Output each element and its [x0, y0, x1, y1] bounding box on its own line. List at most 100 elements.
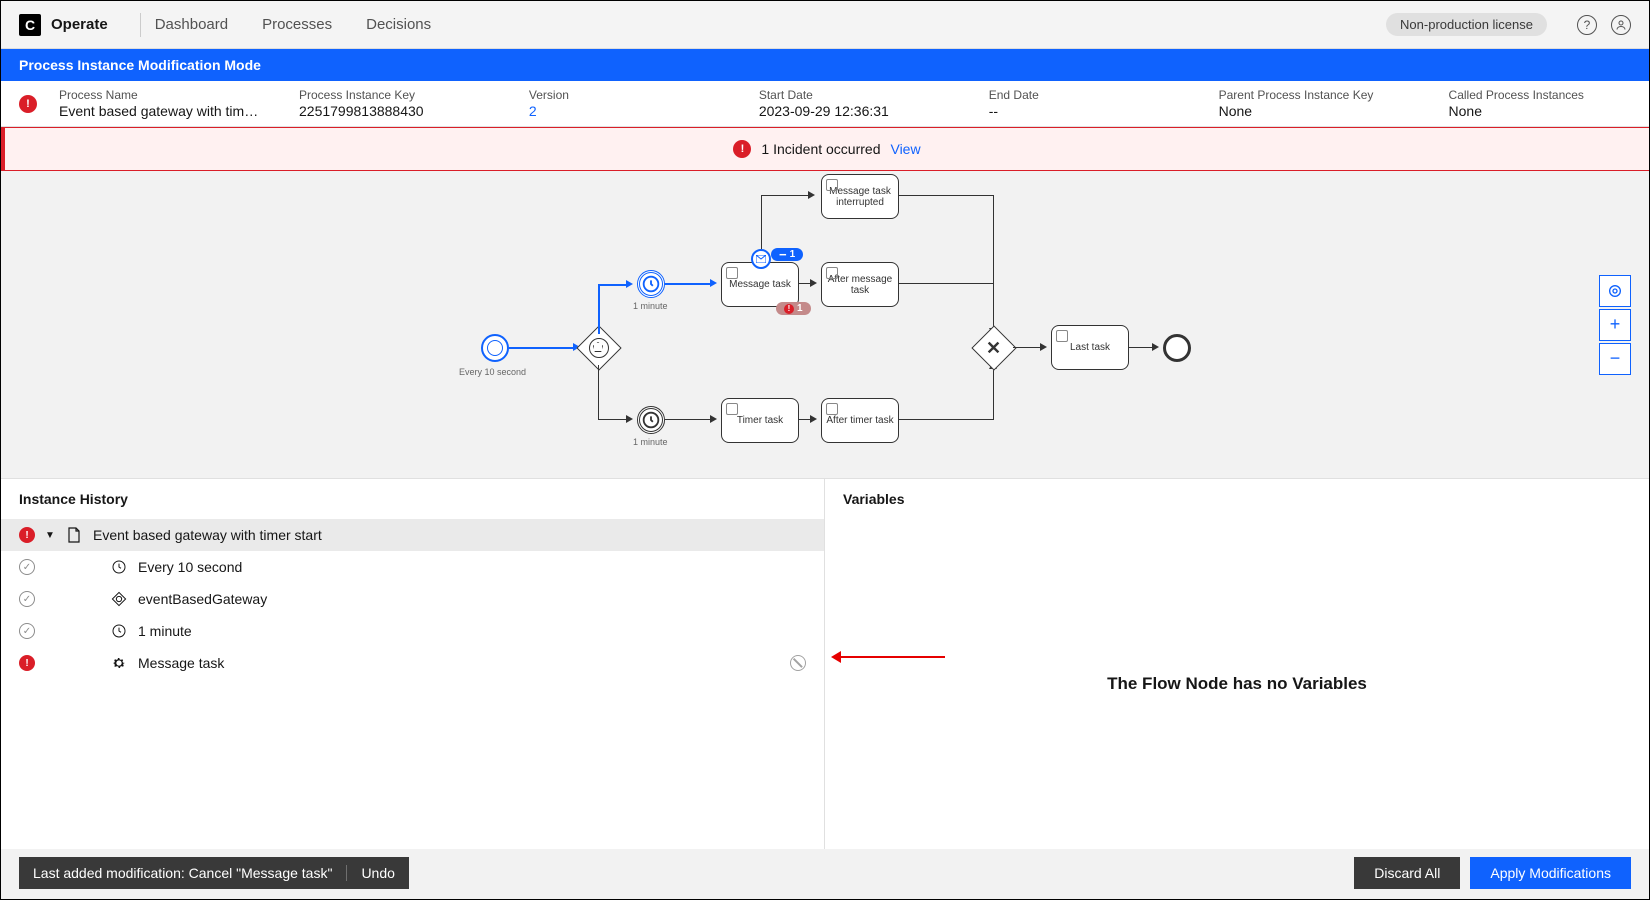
history-row-label: 1 minute: [138, 623, 192, 639]
parent-key-label: Parent Process Instance Key: [1219, 88, 1409, 102]
edge: [598, 365, 599, 419]
edge: [899, 283, 994, 284]
history-row[interactable]: ! Message task: [1, 647, 824, 679]
message-boundary-icon: [751, 249, 771, 269]
zoom-controls: + −: [1599, 275, 1631, 375]
timer-2-label: 1 minute: [633, 437, 668, 447]
incident-count-badge: !1: [776, 302, 811, 315]
end-date-value: --: [989, 103, 1179, 119]
edge: [899, 419, 994, 420]
no-variables-message: The Flow Node has no Variables: [825, 519, 1649, 849]
cancel-modification-icon: [790, 655, 806, 671]
logo-icon: C: [19, 14, 41, 36]
bpmn-diagram[interactable]: Every 10 second 1 minute Message task −1…: [1, 171, 1649, 479]
process-name-value: Event based gateway with timer ...: [59, 103, 259, 119]
node-after-message-task[interactable]: After message task: [821, 262, 899, 307]
timer-icon: [110, 558, 128, 576]
zoom-out-button[interactable]: −: [1599, 343, 1631, 375]
zoom-reset-button[interactable]: [1599, 275, 1631, 307]
task-icon: [826, 267, 838, 279]
history-row-label: eventBasedGateway: [138, 591, 267, 607]
arrowhead-icon: [1040, 343, 1051, 351]
task-icon: [726, 403, 738, 415]
arrowhead-icon: [626, 280, 637, 288]
nav-dashboard[interactable]: Dashboard: [155, 16, 228, 33]
arrowhead-icon: [810, 415, 821, 423]
user-icon[interactable]: [1611, 15, 1631, 35]
gear-icon: [110, 654, 128, 672]
edge: [1013, 347, 1043, 348]
edge: [598, 284, 600, 334]
edge: [761, 195, 762, 213]
arrowhead-icon: [710, 279, 721, 287]
arrowhead-icon: [810, 279, 821, 287]
edge: [993, 195, 994, 331]
edge: [665, 283, 713, 285]
instance-history-panel: Instance History ! ▼ Event based gateway…: [1, 479, 825, 849]
arrowhead-icon: [808, 191, 819, 199]
help-icon[interactable]: ?: [1577, 15, 1597, 35]
task-icon: [826, 179, 838, 191]
history-row[interactable]: ✓ 1 minute: [1, 615, 824, 647]
edge: [598, 419, 629, 420]
incident-view-link[interactable]: View: [890, 141, 920, 157]
status-error-icon: !: [19, 527, 35, 543]
start-date-value: 2023-09-29 12:36:31: [759, 103, 949, 119]
history-row[interactable]: ✓ Every 10 second: [1, 551, 824, 583]
node-last-task[interactable]: Last task: [1051, 325, 1129, 370]
apply-modifications-button[interactable]: Apply Modifications: [1470, 857, 1631, 889]
start-event[interactable]: [481, 334, 509, 362]
arrowhead-icon: [1152, 343, 1163, 351]
parent-key-value: None: [1219, 103, 1409, 119]
history-row-label: Message task: [138, 655, 224, 671]
gateway-icon: [110, 590, 128, 608]
variables-title: Variables: [825, 479, 1649, 519]
nav-decisions[interactable]: Decisions: [366, 16, 431, 33]
nav-processes[interactable]: Processes: [262, 16, 332, 33]
arrowhead-icon: [626, 415, 637, 423]
instance-key-value: 2251799813888430: [299, 103, 489, 119]
edge: [899, 195, 994, 196]
edge: [761, 195, 811, 196]
annotation-arrow: [835, 656, 945, 658]
called-instances-label: Called Process Instances: [1449, 88, 1591, 102]
modification-mode-banner: Process Instance Modification Mode: [1, 49, 1649, 81]
node-timer-task[interactable]: Timer task: [721, 398, 799, 443]
incident-banner: ! 1 Incident occurred View: [1, 127, 1649, 171]
license-badge: Non-production license: [1386, 13, 1547, 36]
instance-metadata: ! Process NameEvent based gateway with t…: [1, 81, 1649, 127]
undo-button[interactable]: Undo: [346, 865, 394, 881]
version-label: Version: [529, 88, 719, 102]
edge: [509, 347, 576, 349]
variables-panel: Variables The Flow Node has no Variables: [825, 479, 1649, 849]
edge: [761, 213, 762, 249]
chevron-down-icon[interactable]: ▼: [45, 530, 55, 541]
edge: [598, 284, 629, 286]
discard-all-button[interactable]: Discard All: [1354, 857, 1460, 889]
instance-history-title: Instance History: [1, 479, 824, 519]
file-icon: [65, 526, 83, 544]
history-row-root[interactable]: ! ▼ Event based gateway with timer start: [1, 519, 824, 551]
last-modification-text: Last added modification: Cancel "Message…: [33, 865, 332, 881]
status-error-icon: !: [19, 655, 35, 671]
incident-text: 1 Incident occurred: [761, 141, 880, 157]
timer-event-1min-top[interactable]: [637, 270, 665, 298]
edge: [993, 365, 994, 420]
node-after-timer-task[interactable]: After timer task: [821, 398, 899, 443]
bottom-panels: Instance History ! ▼ Event based gateway…: [1, 479, 1649, 849]
node-message-task-interrupted[interactable]: Message task interrupted: [821, 174, 899, 219]
zoom-in-button[interactable]: +: [1599, 309, 1631, 341]
timer-event-1min-bot[interactable]: [637, 406, 665, 434]
history-row[interactable]: ✓ eventBasedGateway: [1, 583, 824, 615]
exclusive-gateway-icon: ✕: [986, 338, 1001, 359]
history-row-label: Every 10 second: [138, 559, 242, 575]
version-value[interactable]: 2: [529, 103, 719, 119]
arrowhead-icon: [710, 415, 721, 423]
history-row-label: Event based gateway with timer start: [93, 527, 322, 543]
gateway-inner-icon: [589, 338, 609, 358]
timer-icon: [110, 622, 128, 640]
brand: Operate: [51, 16, 108, 33]
end-event[interactable]: [1163, 334, 1191, 362]
incident-banner-icon: !: [733, 140, 751, 158]
timer-1-label-top: 1 minute: [633, 301, 668, 311]
